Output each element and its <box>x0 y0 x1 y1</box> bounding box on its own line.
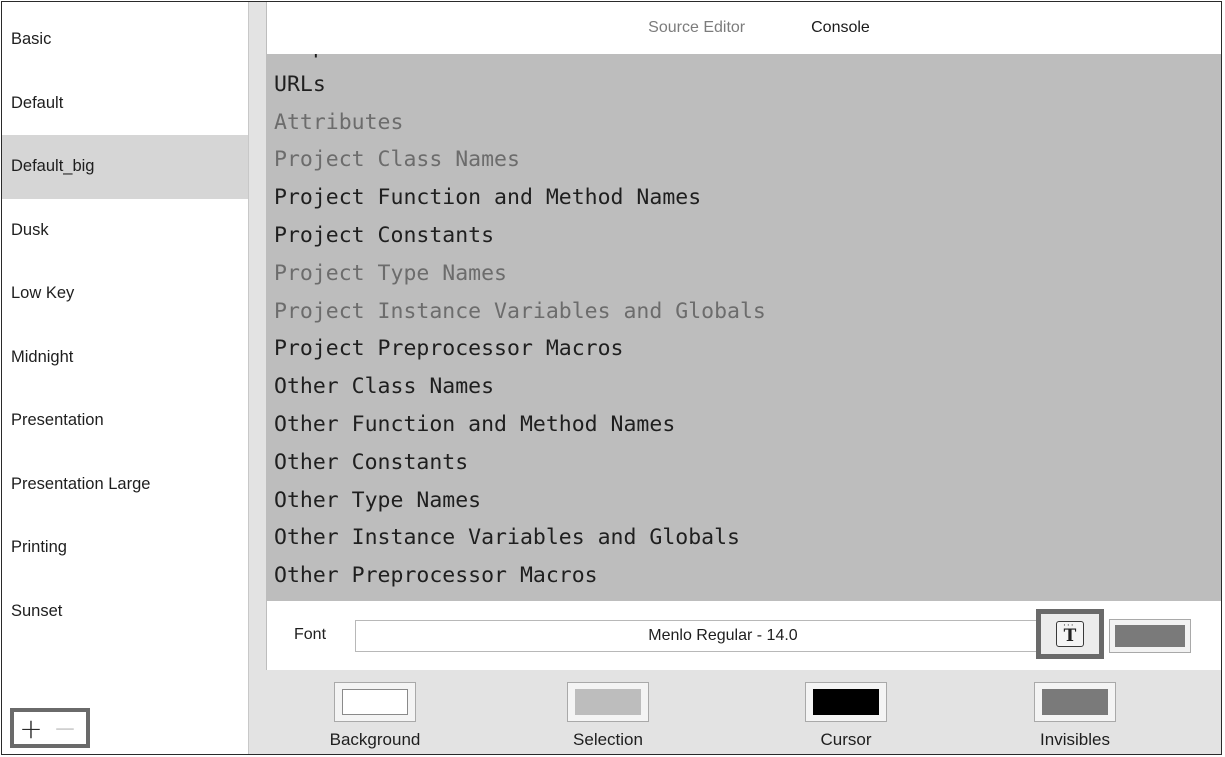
selection-color-well[interactable] <box>567 682 649 722</box>
syntax-item-other-preprocessor-macros[interactable]: Other Preprocessor Macros <box>274 561 598 591</box>
selection-color-fill <box>575 689 641 715</box>
theme-item-presentation-large[interactable]: Presentation Large <box>2 453 248 517</box>
theme-sidebar: Basic Default Default_big Dusk Low Key Midnig… <box>2 2 249 754</box>
syntax-item-project-preprocessor-macros[interactable]: Project Preprocessor Macros <box>274 334 624 364</box>
syntax-item-project-constants[interactable]: Project Constants <box>274 221 494 251</box>
theme-item-default-big[interactable]: Default_big <box>2 135 248 199</box>
theme-item-midnight[interactable]: Midnight <box>2 326 248 390</box>
background-label: Background <box>329 730 421 749</box>
syntax-item-urls[interactable]: URLs <box>274 70 326 100</box>
syntax-item-project-class-names[interactable]: Project Class Names <box>274 145 520 175</box>
add-theme-button[interactable]: + <box>14 712 48 745</box>
syntax-panel: Source Editor Console Preprocessor State… <box>266 2 1221 670</box>
invisibles-color-well[interactable] <box>1034 682 1116 722</box>
syntax-item-project-instance-variables-and-globals[interactable]: Project Instance Variables and Globals <box>274 297 766 327</box>
syntax-item-other-type-names[interactable]: Other Type Names <box>274 486 481 516</box>
theme-item-default[interactable]: Default <box>2 72 248 136</box>
invisibles-color-fill <box>1042 689 1108 715</box>
theme-list: Basic Default Default_big Dusk Low Key Midnig… <box>2 2 248 643</box>
theme-item-low-key[interactable]: Low Key <box>2 262 248 326</box>
theme-item-printing[interactable]: Printing <box>2 516 248 580</box>
font-color-fill <box>1115 625 1185 647</box>
syntax-item-other-function-and-method-names[interactable]: Other Function and Method Names <box>274 410 675 440</box>
syntax-item-other-class-names[interactable]: Other Class Names <box>274 372 494 402</box>
tab-bar: Source Editor Console <box>267 2 1221 54</box>
font-picker-button[interactable]: ··· T <box>1036 609 1104 659</box>
theme-preferences-window: Basic Default Default_big Dusk Low Key Midnig… <box>1 1 1222 755</box>
font-color-well[interactable] <box>1109 619 1191 653</box>
remove-theme-button[interactable]: − <box>48 712 82 745</box>
syntax-item-other-constants[interactable]: Other Constants <box>274 448 468 478</box>
syntax-item-other-instance-variables-and-globals[interactable]: Other Instance Variables and Globals <box>274 523 740 553</box>
syntax-element-list[interactable]: Preprocessor Statements URLs Attributes Pro… <box>267 54 1221 601</box>
font-row: Font Menlo Regular - 14.0 ··· T <box>267 601 1221 670</box>
theme-item-presentation[interactable]: Presentation <box>2 389 248 453</box>
selection-label: Selection <box>573 730 643 749</box>
cursor-color-fill <box>813 689 879 715</box>
background-color-well[interactable] <box>334 682 416 722</box>
cursor-color-well[interactable] <box>805 682 887 722</box>
syntax-item-project-type-names[interactable]: Project Type Names <box>274 259 507 289</box>
theme-item-sunset[interactable]: Sunset <box>2 580 248 644</box>
theme-item-basic[interactable]: Basic <box>2 8 248 72</box>
cursor-label: Cursor <box>820 730 872 749</box>
add-remove-control: + − <box>10 708 90 748</box>
font-field[interactable]: Menlo Regular - 14.0 <box>355 620 1091 652</box>
background-color-fill <box>342 689 408 715</box>
syntax-item-preprocessor-statements[interactable]: Preprocessor Statements <box>274 54 572 62</box>
font-label: Font <box>294 626 327 643</box>
tab-source-editor[interactable]: Source Editor <box>648 19 745 37</box>
theme-item-dusk[interactable]: Dusk <box>2 199 248 263</box>
font-icon: ··· T <box>1056 621 1084 647</box>
invisibles-label: Invisibles <box>1040 730 1110 749</box>
syntax-item-project-function-and-method-names[interactable]: Project Function and Method Names <box>274 183 701 213</box>
syntax-item-attributes[interactable]: Attributes <box>274 108 403 138</box>
tab-console[interactable]: Console <box>811 19 870 37</box>
editor-settings-area: Source Editor Console Preprocessor State… <box>249 2 1221 754</box>
